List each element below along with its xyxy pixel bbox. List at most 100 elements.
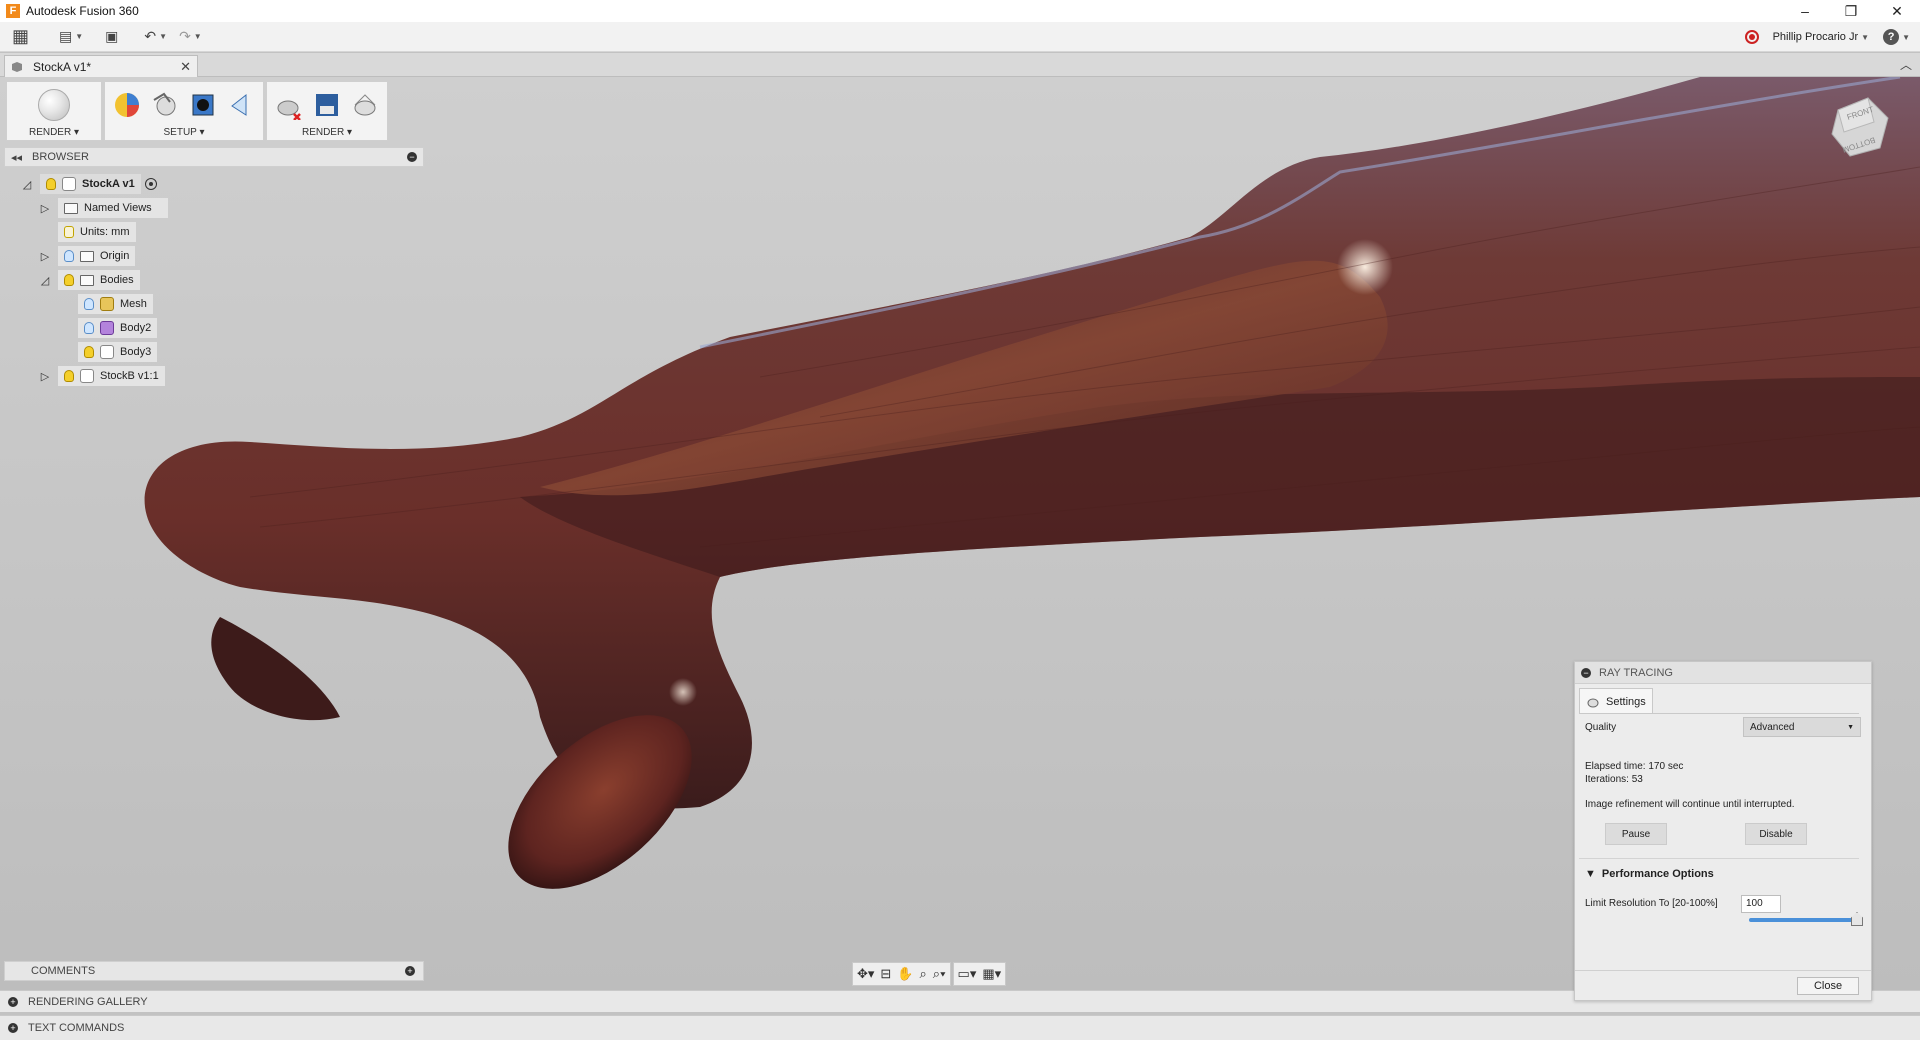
tree-node[interactable]: Mesh [78,294,153,314]
in-canvas-render-button[interactable] [273,89,305,121]
minimize-button[interactable]: – [1782,0,1828,22]
tree-root-label: StockA v1 [82,178,135,190]
teapot-stop-icon [277,100,301,120]
orbit-icon[interactable]: ✥▾ [857,966,874,982]
file-menu-button[interactable]: ▤ ▼ [53,24,89,50]
collapse-browser-icon[interactable]: ◂◂ [11,151,22,164]
decal-button[interactable] [225,89,257,121]
title-bar: F Autodesk Fusion 360 – ❐ ✕ [0,0,1920,22]
settings-tab[interactable]: Settings [1579,688,1653,714]
close-window-button[interactable]: ✕ [1874,0,1920,22]
limit-resolution-input[interactable]: 100 [1741,895,1781,913]
display-settings-icon[interactable]: ▭▾ [958,966,977,982]
add-comment-icon[interactable]: + [405,966,415,976]
grid-settings-icon[interactable]: ▦▾ [982,966,1001,982]
disable-button[interactable]: Disable [1745,823,1807,845]
render-label[interactable]: RENDER ▾ [302,127,352,138]
collapse-triangle-icon[interactable]: ◿ [38,273,52,287]
workspace-switcher[interactable]: RENDER ▾ [6,81,102,141]
ray-tracing-header[interactable]: − RAY TRACING [1575,662,1871,684]
limit-resolution-slider[interactable] [1749,918,1857,922]
tree-node[interactable]: Body2 [78,318,158,338]
user-menu[interactable]: Phillip Procario Jr ▼ [1773,31,1870,43]
collapse-panel-icon[interactable]: − [1581,667,1591,678]
minimize-browser-icon[interactable]: − [407,152,417,162]
tree-item-bodies[interactable]: ◿ Bodies [38,270,140,290]
visibility-bulb-icon[interactable] [46,178,56,190]
fusion-logo-icon: F [6,4,20,18]
expand-gallery-icon[interactable]: + [8,996,18,1007]
capture-image-button[interactable] [311,89,343,121]
close-button[interactable]: Close [1797,977,1859,995]
pan-hand-icon[interactable]: ✋ [897,966,913,982]
tab-divider [1579,713,1859,714]
user-area: Phillip Procario Jr ▼ ? ▼ [1744,22,1910,52]
close-tab-icon[interactable]: ✕ [180,59,191,75]
quality-select[interactable]: Advanced ▼ [1743,717,1861,737]
setup-label[interactable]: SETUP ▾ [164,127,205,138]
slider-thumb[interactable] [1851,912,1863,926]
tree-root-row[interactable]: ◿ StockA v1 [20,174,157,194]
expand-text-commands-icon[interactable]: + [8,1023,18,1033]
document-tab-label: StockA v1* [33,59,92,74]
tree-item-body2[interactable]: Body2 [78,318,158,338]
tree-node[interactable]: Units: mm [58,222,136,242]
chevron-up-icon[interactable]: ︿ [1900,56,1912,73]
expand-triangle-icon[interactable]: ▷ [38,369,52,383]
restore-button[interactable]: ❐ [1828,0,1874,22]
comments-panel[interactable]: COMMENTS + [4,961,424,981]
tree-node[interactable]: Body3 [78,342,158,362]
expand-triangle-icon[interactable]: ▷ [38,201,52,215]
document-tab[interactable]: StockA v1* ✕ [4,55,198,77]
visibility-bulb-icon[interactable] [84,346,94,358]
visibility-bulb-icon[interactable] [64,274,74,286]
appearance-icon [115,93,139,117]
scene-settings-button[interactable] [149,89,181,121]
tree-node[interactable]: StockB v1:1 [58,366,165,386]
tree-node-root[interactable]: StockA v1 [40,174,141,194]
tree-item-label: Origin [100,250,130,262]
component-icon [80,369,94,383]
tree-item-body3[interactable]: Body3 [78,342,158,362]
capture-image-icon [316,94,338,116]
activate-radio-icon[interactable] [144,178,157,190]
zoom-icon[interactable]: ⌕ [920,966,927,982]
look-at-icon[interactable]: ⊟ [880,966,891,982]
tree-node[interactable]: Bodies [58,270,140,290]
tree-node[interactable]: Origin [58,246,136,266]
environment-button[interactable] [187,89,219,121]
help-menu[interactable]: ? ▼ [1883,29,1910,45]
render-button[interactable] [349,89,381,121]
expand-triangle-icon[interactable]: ▷ [38,249,52,263]
visibility-bulb-off-icon[interactable] [84,298,94,310]
tree-item-origin[interactable]: ▷ Origin [38,246,136,266]
record-icon[interactable] [1744,30,1759,44]
performance-options-toggle[interactable]: ▼ Performance Options [1585,868,1714,880]
collapse-triangle-icon[interactable]: ◿ [20,177,34,191]
browser-header[interactable]: ◂◂ BROWSER − [4,147,424,167]
appearance-button[interactable] [111,89,143,121]
text-commands-bar[interactable]: + TEXT COMMANDS [0,1015,1920,1040]
redo-button[interactable]: ↷ ▼ [173,24,208,50]
performance-options-label: Performance Options [1601,868,1714,880]
tree-item-units[interactable]: Units: mm [58,222,136,242]
pause-button[interactable]: Pause [1605,823,1667,845]
visibility-bulb-off-icon[interactable] [64,250,74,262]
viewcube[interactable]: FRONT BOTTOM [1826,92,1896,162]
visibility-bulb-icon[interactable] [64,370,74,382]
tree-item-mesh[interactable]: Mesh [78,294,153,314]
tree-item-stockb[interactable]: ▷ StockB v1:1 [38,366,165,386]
tree-node[interactable]: Named Views [58,198,168,218]
tree-item-label: Mesh [120,298,147,310]
refinement-note: Image refinement will continue until int… [1585,799,1795,810]
save-button[interactable]: ▣ [99,24,124,50]
render-group: RENDER ▾ [266,81,388,141]
fit-zoom-icon[interactable]: ⌕▾ [933,966,946,982]
file-icon: ▤ [59,28,73,44]
tree-item-named-views[interactable]: ▷ Named Views [38,198,168,218]
window-controls: – ❐ ✕ [1782,0,1920,22]
visibility-bulb-off-icon[interactable] [84,322,94,334]
folder-icon [64,202,78,214]
apps-grid-icon[interactable]: ▦ [6,24,35,50]
undo-button[interactable]: ↶ ▼ [138,24,173,50]
